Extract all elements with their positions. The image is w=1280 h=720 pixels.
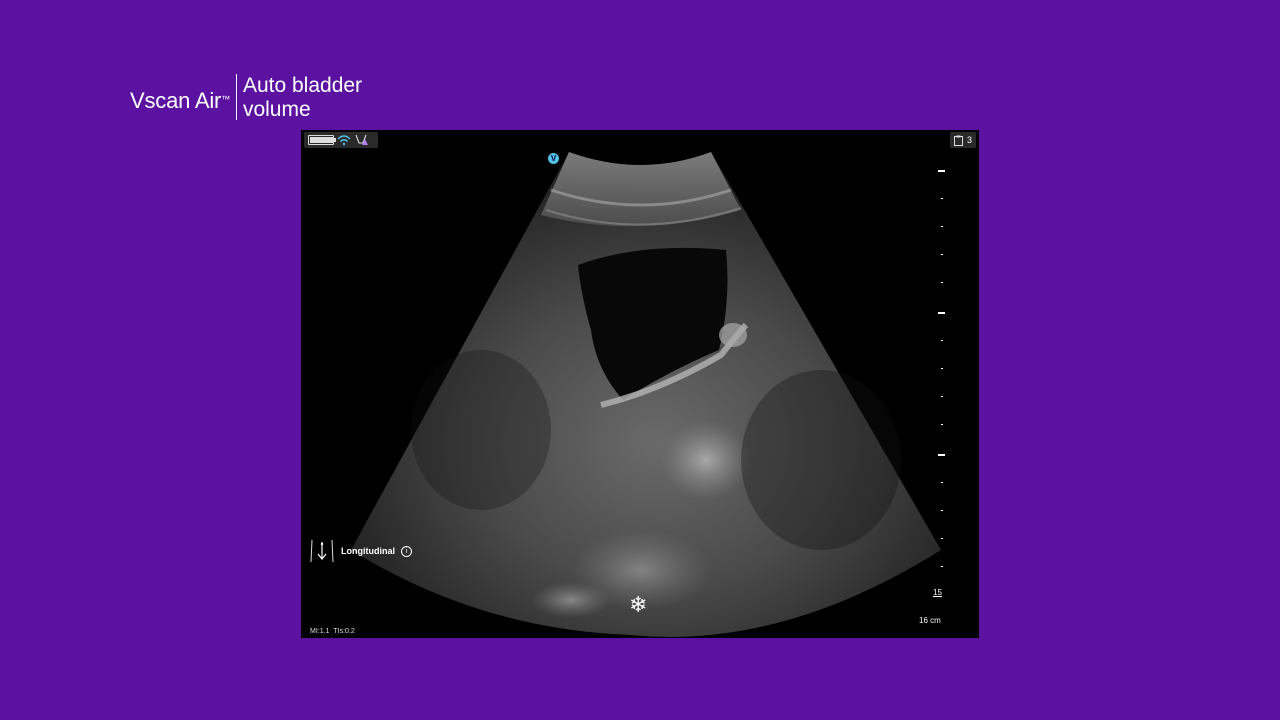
clipboard-icon: [953, 135, 963, 146]
status-bar: [304, 132, 378, 148]
mi-label: MI:1.1: [310, 628, 330, 635]
depth-scale: [935, 166, 947, 586]
body-orientation-icon: [310, 539, 334, 563]
brand-divider: [235, 74, 237, 120]
brand-name: Vscan Air™: [130, 88, 230, 113]
depth-tick: [938, 170, 945, 172]
orientation-label: Longitudinal: [341, 546, 395, 556]
freeze-icon[interactable]: ❄: [629, 594, 647, 616]
ultrasound-screen[interactable]: 3 V 15 16 cm Longitudinal i ❄ MI:1.1 TIs…: [301, 130, 979, 638]
clipboard-counter[interactable]: 3: [949, 132, 976, 148]
depth-tick: [941, 340, 943, 341]
clipboard-count: 3: [966, 135, 972, 145]
depth-tick: [941, 254, 943, 255]
depth-tick: [941, 424, 943, 425]
acoustic-indices: MI:1.1 TIs:0.2: [310, 628, 355, 635]
feature-title: Auto bladder volume: [243, 74, 362, 122]
depth-tick: [941, 198, 943, 199]
orientation-indicator[interactable]: Longitudinal i: [309, 538, 412, 564]
orientation-marker-badge: V: [548, 153, 559, 164]
depth-tick: [941, 538, 943, 539]
brand-header: Vscan Air™ Auto bladder volume: [130, 74, 362, 122]
depth-tick: [941, 282, 943, 283]
battery-icon: [308, 135, 336, 145]
depth-total-label: 16 cm: [919, 616, 941, 625]
feature-title-line2: volume: [242, 98, 311, 121]
probe-warning-icon: [355, 134, 368, 145]
depth-mark-label: 15: [933, 588, 942, 597]
info-icon[interactable]: i: [401, 545, 412, 557]
tis-label: TIs:0.2: [333, 628, 355, 635]
depth-tick: [941, 368, 943, 369]
depth-tick: [941, 566, 943, 567]
depth-tick: [941, 482, 943, 483]
depth-tick: [938, 312, 945, 314]
depth-tick: [941, 396, 943, 397]
feature-title-line1: Auto bladder: [242, 74, 363, 97]
depth-tick: [941, 510, 943, 511]
depth-tick: [941, 226, 943, 227]
wifi-icon: [337, 135, 351, 146]
depth-tick: [938, 454, 945, 456]
